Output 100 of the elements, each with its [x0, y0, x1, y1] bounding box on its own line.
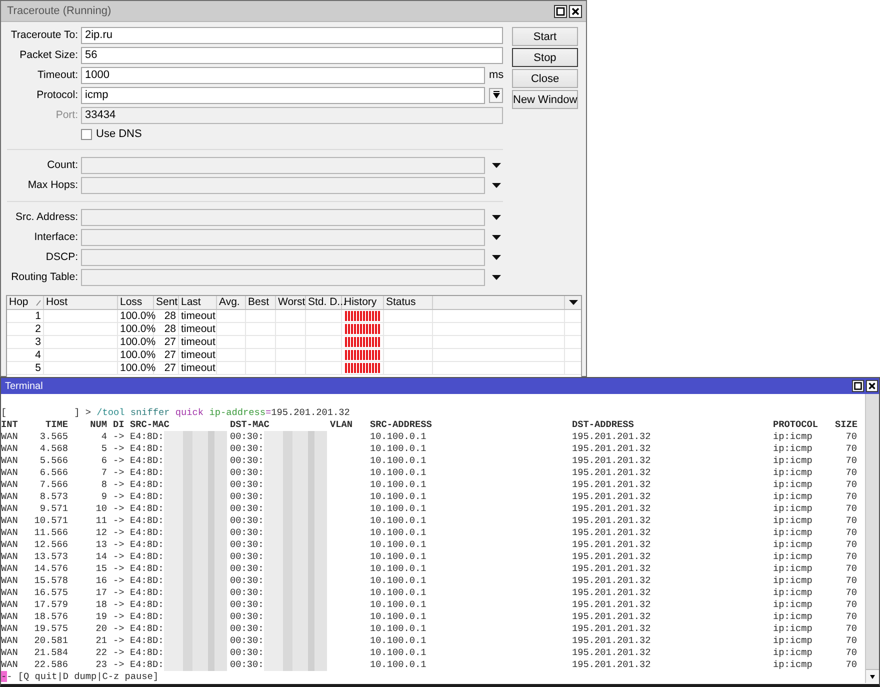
table-cell: -> [113, 659, 124, 670]
table-cell: 10.100.0.1 [370, 575, 426, 586]
mac-address: E4:8D: [130, 659, 164, 671]
field-label: Protocol: [36, 89, 78, 101]
column-header: DST-ADDRESS [572, 419, 634, 430]
dropdown-field[interactable] [81, 248, 485, 266]
table-cell: WAN [1, 455, 18, 466]
button[interactable]: Close [512, 69, 578, 88]
field-label: Max Hops: [26, 179, 78, 191]
dropdown-arrow-icon[interactable] [492, 234, 500, 240]
field-label: Traceroute To: [10, 29, 78, 41]
history-bars-drawing [345, 324, 381, 334]
redaction-block [264, 431, 327, 443]
table-cell: 100.0% [118, 323, 154, 335]
dropdown-field[interactable] [81, 176, 485, 194]
column-header: INT [1, 419, 18, 430]
mac-address: E4:8D: [130, 527, 164, 539]
mac-address: 00:30: [230, 443, 264, 455]
column-header[interactable]: History [344, 296, 377, 309]
column-header[interactable]: Sent [156, 296, 178, 309]
table-cell: timeout [179, 362, 217, 374]
window-title: Traceroute (Running) [7, 5, 112, 17]
mac-address: E4:8D: [130, 611, 164, 623]
dropdown-arrow-icon[interactable] [492, 182, 500, 188]
table-cell: -> [113, 443, 124, 454]
column-header[interactable]: Hop [9, 296, 28, 309]
mac-address: E4:8D: [130, 539, 164, 551]
table-cell: 100.0% [118, 310, 154, 322]
sort-icon [36, 300, 41, 306]
field-label: Interface: [33, 231, 78, 243]
column-header[interactable]: Loss [120, 296, 142, 309]
dropdown-arrow-icon[interactable] [492, 254, 500, 260]
column-header: DI [113, 419, 124, 430]
dropdown-arrow-icon[interactable] [492, 274, 500, 280]
dropdown-field[interactable] [81, 228, 485, 246]
mac-address: E4:8D: [130, 563, 164, 575]
column-header: DST-MAC [230, 419, 270, 430]
table-cell: -> [113, 587, 124, 598]
mac-address: E4:8D: [130, 623, 164, 635]
checkbox[interactable] [81, 128, 92, 140]
table-cell: 10.100.0.1 [370, 551, 426, 562]
dropdown-field[interactable] [81, 268, 485, 286]
table-cell: ip:icmp [773, 491, 812, 502]
table-cell: ip:icmp [773, 539, 812, 550]
table-cell: WAN [1, 479, 18, 490]
column-header[interactable]: Std. D... [308, 296, 346, 309]
table-cell: 1 [7, 310, 44, 322]
scrollbar[interactable] [865, 394, 879, 683]
dropdown-field[interactable]: icmp [81, 86, 485, 104]
field-label: Timeout: [36, 69, 78, 81]
mac-address: E4:8D: [130, 479, 164, 491]
button[interactable]: Stop [512, 48, 578, 67]
table-cell: 4 [101, 431, 107, 442]
maximize-icon[interactable] [852, 380, 864, 392]
table-cell: 195.201.201.32 [572, 455, 651, 466]
close-icon[interactable] [866, 380, 878, 392]
mac-address: E4:8D: [130, 635, 164, 647]
dropdown-button[interactable] [489, 88, 503, 102]
table-cell: WAN [1, 563, 18, 574]
table-cell: 10.100.0.1 [370, 563, 426, 574]
table-cell: -> [113, 623, 124, 634]
mac-address: 00:30: [230, 635, 264, 647]
button[interactable]: Start [512, 27, 578, 46]
column-header[interactable]: Last [181, 296, 201, 309]
table-cell: 27 [154, 349, 179, 361]
input-field[interactable]: 2ip.ru [81, 26, 503, 44]
table-cell: 100.0% [118, 349, 154, 361]
dropdown-field[interactable] [81, 156, 485, 174]
column-header[interactable]: Avg. [219, 296, 240, 309]
dropdown-arrow-icon[interactable] [492, 162, 500, 168]
table-cell: 7 [101, 467, 107, 478]
dropdown-field[interactable] [81, 208, 485, 226]
table-cell: -> [113, 503, 124, 514]
history-bars-drawing [345, 363, 381, 373]
table-cell: 4 [7, 349, 44, 361]
dropdown-arrow-icon[interactable] [568, 300, 578, 305]
input-field[interactable]: 56 [81, 46, 503, 64]
input-field[interactable]: 1000 [81, 66, 485, 84]
table-cell: 10.100.0.1 [370, 623, 426, 634]
column-header[interactable]: Worst [278, 296, 306, 309]
table-cell: timeout [179, 323, 217, 335]
table-cell: ip:icmp [773, 611, 812, 622]
table-cell: 195.201.201.32 [572, 647, 651, 658]
table-cell: ip:icmp [773, 503, 812, 514]
command-line: [ ] > /tool sniffer quick ip-address=195.201.201.32 [1, 407, 350, 419]
column-header[interactable]: Best [248, 296, 270, 309]
table-cell: WAN [1, 611, 18, 622]
button[interactable]: New Window [512, 90, 578, 109]
table-cell: -> [113, 635, 124, 646]
table-cell: 13 [96, 539, 107, 550]
table-cell: 27 [154, 362, 179, 374]
down-arrow-icon[interactable] [870, 674, 875, 678]
column-header[interactable]: Host [46, 296, 68, 309]
table-cell: 18.576 [34, 611, 68, 622]
mac-address: 00:30: [230, 599, 264, 611]
table-cell: 27 [154, 336, 179, 348]
mac-address: E4:8D: [130, 467, 164, 479]
column-header[interactable]: Status [386, 296, 416, 309]
table-cell: 195.201.201.32 [572, 575, 651, 586]
dropdown-arrow-icon[interactable] [492, 214, 500, 220]
